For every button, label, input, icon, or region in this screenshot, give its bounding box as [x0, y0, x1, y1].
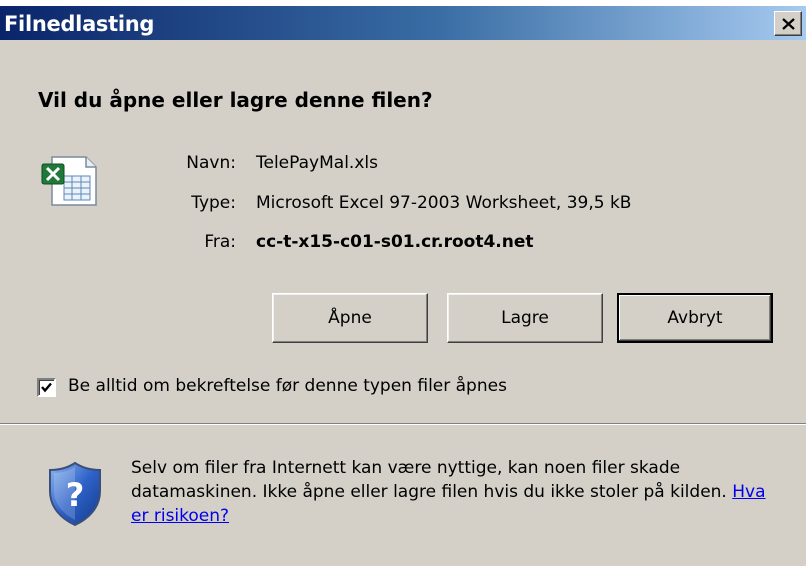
file-download-dialog: Filnedlasting Vil du åpne eller lagre de… [0, 0, 806, 566]
from-label: Fra: [204, 232, 236, 252]
window-title: Filnedlasting [4, 12, 155, 36]
open-button[interactable]: Åpne [272, 293, 428, 343]
close-icon [782, 18, 795, 30]
shield-question-icon: ? [49, 461, 101, 527]
always-ask-checkbox[interactable] [37, 378, 56, 397]
file-source: cc-t-x15-c01-s01.cr.root4.net [256, 232, 534, 252]
cancel-button[interactable]: Avbryt [617, 293, 773, 343]
dialog-question: Vil du åpne eller lagre denne filen? [38, 88, 433, 112]
warning-message: Selv om filer fra Internett kan være nyt… [131, 458, 727, 502]
section-divider [0, 423, 806, 425]
file-type: Microsoft Excel 97-2003 Worksheet, 39,5 … [256, 193, 632, 213]
excel-file-icon [41, 156, 97, 206]
checkmark-icon [41, 382, 52, 393]
close-button[interactable] [774, 11, 802, 36]
file-name: TelePayMal.xls [256, 153, 378, 173]
svg-text:?: ? [66, 476, 85, 514]
type-label: Type: [191, 193, 236, 213]
always-ask-label[interactable]: Be alltid om bekreftelse før denne typen… [68, 376, 507, 396]
title-bar[interactable]: Filnedlasting [0, 0, 806, 40]
name-label: Navn: [186, 153, 236, 173]
save-button[interactable]: Lagre [447, 293, 603, 343]
security-warning: Selv om filer fra Internett kan være nyt… [131, 456, 771, 528]
